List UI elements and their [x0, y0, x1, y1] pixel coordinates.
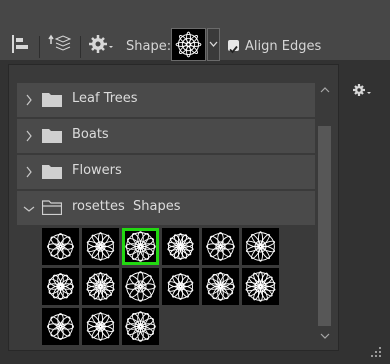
chevron-right-icon[interactable]	[25, 166, 33, 178]
arrange-layers-icon[interactable]	[48, 32, 72, 56]
chevron-right-icon[interactable]	[25, 130, 33, 142]
folder-icon	[42, 93, 62, 107]
chevron-down-icon[interactable]	[23, 205, 35, 213]
shape-thumbnail[interactable]	[82, 268, 119, 305]
align-icon[interactable]	[10, 32, 32, 56]
folder-icon	[42, 165, 62, 179]
shape-thumbnail[interactable]	[122, 308, 159, 345]
folder-label: Flowers	[72, 163, 122, 178]
scroll-up-icon[interactable]	[320, 86, 330, 94]
panel-settings-gear-icon[interactable]	[351, 81, 373, 101]
folder-rosettes-shapes[interactable]: rosettes Shapes	[17, 191, 315, 225]
shape-thumbnail[interactable]	[162, 228, 199, 265]
shape-thumbnail[interactable]	[42, 228, 79, 265]
shape-thumbnail[interactable]	[42, 308, 79, 345]
options-bar: Shape: Align Edges	[0, 0, 390, 61]
scroll-down-icon[interactable]	[320, 332, 330, 340]
scrollbar[interactable]	[317, 82, 333, 347]
scrollbar-thumb[interactable]	[318, 126, 331, 326]
shape-thumbnail[interactable]	[122, 268, 159, 305]
shape-thumbnail[interactable]	[42, 268, 79, 305]
folder-label: Leaf Trees	[72, 91, 138, 106]
align-edges-checkbox[interactable]	[228, 40, 239, 54]
shape-thumbnail[interactable]	[202, 268, 239, 305]
chevron-right-icon[interactable]	[25, 94, 33, 106]
shape-picker-dropdown[interactable]	[207, 28, 220, 61]
separator	[80, 36, 81, 58]
shape-picker-thumbnail[interactable]	[171, 28, 206, 61]
align-edges-label[interactable]: Align Edges	[245, 39, 321, 54]
resize-grip-icon[interactable]	[367, 343, 383, 359]
folder-label: rosettes Shapes	[72, 199, 181, 214]
folder-label: Boats	[72, 127, 109, 142]
folder-boats[interactable]: Boats	[17, 119, 315, 153]
folder-leaf-trees[interactable]: Leaf Trees	[17, 83, 315, 117]
shape-thumbnail[interactable]	[242, 268, 279, 305]
shape-label: Shape:	[126, 39, 172, 54]
shape-thumbnail[interactable]	[242, 228, 279, 265]
shape-thumbnail[interactable]	[162, 268, 199, 305]
folder-flowers[interactable]: Flowers	[17, 155, 315, 189]
shape-thumbnail[interactable]	[82, 308, 119, 345]
gear-icon[interactable]	[89, 32, 117, 56]
shape-thumbnail[interactable]	[82, 228, 119, 265]
shape-thumbnail[interactable]	[122, 228, 159, 265]
separator	[39, 36, 40, 58]
folder-icon	[42, 129, 62, 143]
folder-open-icon	[42, 200, 62, 215]
shape-thumbnail[interactable]	[202, 228, 239, 265]
